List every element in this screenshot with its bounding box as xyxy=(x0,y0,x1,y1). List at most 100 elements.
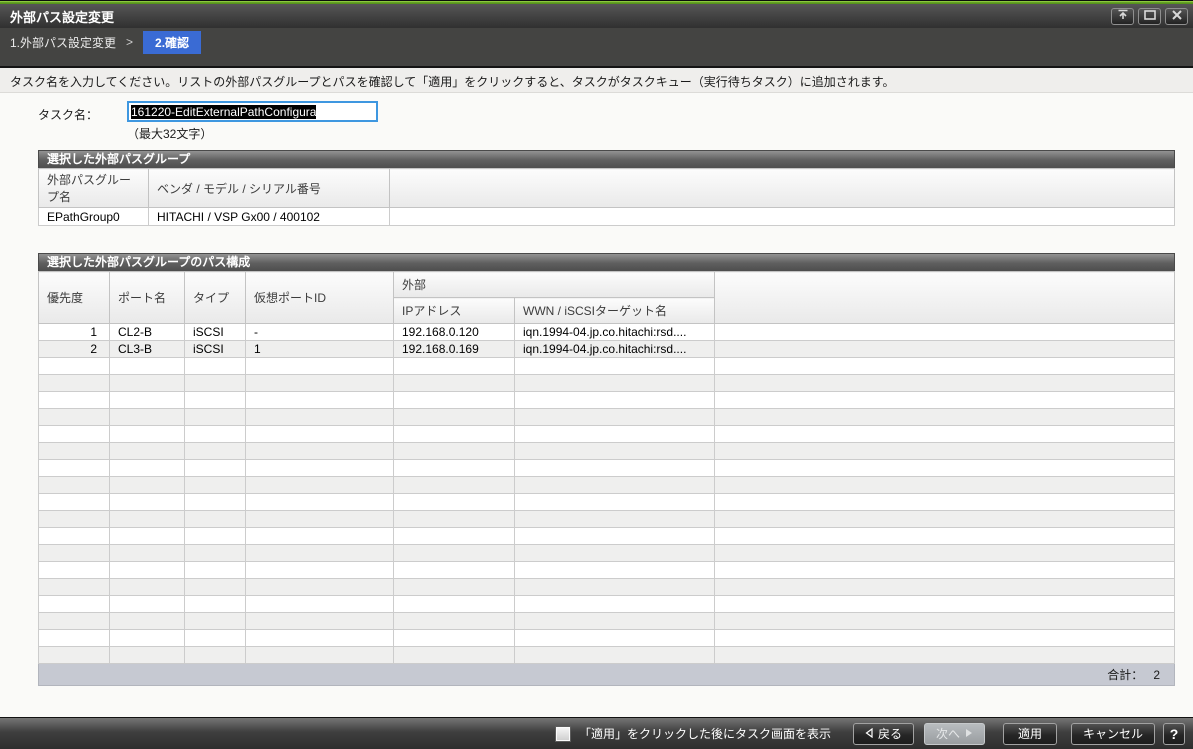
dialog-window: 外部パス設定変更 1.外部パス設定変更 > 2.確認 タスク名を入力してください… xyxy=(0,0,1193,686)
cell-filler xyxy=(715,341,1175,358)
next-button[interactable]: 次へ xyxy=(924,723,985,745)
cell-port: CL2-B xyxy=(110,324,185,341)
empty-cell xyxy=(39,545,110,562)
apply-button[interactable]: 適用 xyxy=(1003,723,1057,745)
empty-cell xyxy=(515,630,715,647)
help-button[interactable]: ? xyxy=(1163,723,1185,745)
path-table-empty-row xyxy=(39,579,1175,596)
empty-cell xyxy=(246,375,394,392)
empty-cell xyxy=(394,562,515,579)
empty-cell xyxy=(515,426,715,443)
empty-cell xyxy=(110,562,185,579)
cancel-button-label: キャンセル xyxy=(1083,725,1143,742)
column-header-ip-address: IPアドレス xyxy=(394,298,515,324)
empty-cell xyxy=(39,477,110,494)
dialog-title: 外部パス設定変更 xyxy=(10,7,1107,26)
path-configuration-table: 選択した外部パスグループのパス構成 優先度 ポート名 タイプ 仮想ポートID 外… xyxy=(38,253,1175,686)
empty-cell xyxy=(515,477,715,494)
cell-virtual-port-id: - xyxy=(246,324,394,341)
empty-cell xyxy=(39,392,110,409)
empty-cell xyxy=(515,511,715,528)
empty-cell xyxy=(185,647,246,664)
path-table-header-row-1: 優先度 ポート名 タイプ 仮想ポートID 外部 xyxy=(39,272,1175,298)
external-path-group-table: 選択した外部パスグループ 外部パスグループ名 ベンダ / モデル / シリアル番… xyxy=(38,150,1175,226)
path-table-empty-row xyxy=(39,443,1175,460)
empty-cell xyxy=(185,443,246,460)
empty-cell xyxy=(246,477,394,494)
empty-cell xyxy=(185,562,246,579)
empty-cell xyxy=(394,528,515,545)
path-table-body: 1 CL2-B iSCSI - 192.168.0.120 iqn.1994-0… xyxy=(39,324,1175,664)
maximize-icon xyxy=(1144,7,1156,25)
empty-cell xyxy=(39,579,110,596)
maximize-button[interactable] xyxy=(1138,8,1161,25)
empty-cell xyxy=(185,545,246,562)
back-button[interactable]: 戻る xyxy=(853,723,914,745)
path-table-empty-row xyxy=(39,392,1175,409)
cancel-button[interactable]: キャンセル xyxy=(1071,723,1155,745)
empty-cell xyxy=(246,613,394,630)
empty-cell xyxy=(185,596,246,613)
empty-cell xyxy=(394,426,515,443)
close-button[interactable] xyxy=(1165,8,1188,25)
empty-cell xyxy=(39,528,110,545)
empty-cell xyxy=(185,630,246,647)
empty-cell xyxy=(515,358,715,375)
empty-cell xyxy=(515,613,715,630)
empty-cell xyxy=(246,596,394,613)
close-icon xyxy=(1172,7,1182,25)
show-task-screen-checkbox[interactable] xyxy=(556,727,570,741)
task-name-input[interactable]: 161220-EditExternalPathConfigura xyxy=(127,101,378,122)
empty-cell xyxy=(246,426,394,443)
cell-group-name: EPathGroup0 xyxy=(39,208,149,226)
column-header-vendor-model-serial: ベンダ / モデル / シリアル番号 xyxy=(149,169,390,208)
empty-cell xyxy=(715,562,1175,579)
empty-cell xyxy=(39,443,110,460)
empty-cell xyxy=(185,392,246,409)
rollup-button[interactable] xyxy=(1111,8,1134,25)
empty-cell xyxy=(39,409,110,426)
group-table-header-row: 外部パスグループ名 ベンダ / モデル / シリアル番号 xyxy=(39,169,1175,208)
empty-cell xyxy=(246,647,394,664)
path-table-empty-row xyxy=(39,562,1175,579)
empty-cell xyxy=(110,596,185,613)
empty-cell xyxy=(110,460,185,477)
empty-cell xyxy=(110,630,185,647)
empty-cell xyxy=(515,375,715,392)
empty-cell xyxy=(39,562,110,579)
total-label: 合計： xyxy=(1107,666,1143,683)
empty-cell xyxy=(715,647,1175,664)
cell-wwn-iscsi-target: iqn.1994-04.jp.co.hitachi:rsd.... xyxy=(515,341,715,358)
empty-cell xyxy=(715,443,1175,460)
path-table-empty-row xyxy=(39,409,1175,426)
action-bar: 「適用」をクリックした後にタスク画面を表示 戻る 次へ 適用 キャンセル ? xyxy=(0,717,1193,749)
empty-cell xyxy=(110,647,185,664)
show-task-screen-checkbox-label[interactable]: 「適用」をクリックした後にタスク画面を表示 xyxy=(579,725,831,742)
rollup-icon xyxy=(1117,7,1129,25)
empty-cell xyxy=(39,460,110,477)
cell-filler xyxy=(390,208,1175,226)
task-name-value: 161220-EditExternalPathConfigura xyxy=(131,105,316,119)
empty-cell xyxy=(110,477,185,494)
path-table-title: 選択した外部パスグループのパス構成 xyxy=(38,253,1175,271)
empty-cell xyxy=(715,392,1175,409)
empty-cell xyxy=(110,511,185,528)
empty-cell xyxy=(246,409,394,426)
cell-filler xyxy=(715,324,1175,341)
empty-cell xyxy=(110,528,185,545)
path-table-empty-row xyxy=(39,528,1175,545)
empty-cell xyxy=(394,494,515,511)
path-table-empty-row xyxy=(39,511,1175,528)
empty-cell xyxy=(185,409,246,426)
empty-cell xyxy=(515,494,715,511)
path-table-empty-row xyxy=(39,426,1175,443)
cell-ip-address: 192.168.0.120 xyxy=(394,324,515,341)
empty-cell xyxy=(39,494,110,511)
empty-cell xyxy=(715,579,1175,596)
task-name-field-group: 161220-EditExternalPathConfigura （最大32文字… xyxy=(127,101,378,142)
empty-cell xyxy=(110,375,185,392)
empty-cell xyxy=(394,511,515,528)
empty-cell xyxy=(715,494,1175,511)
empty-cell xyxy=(394,613,515,630)
empty-cell xyxy=(110,494,185,511)
